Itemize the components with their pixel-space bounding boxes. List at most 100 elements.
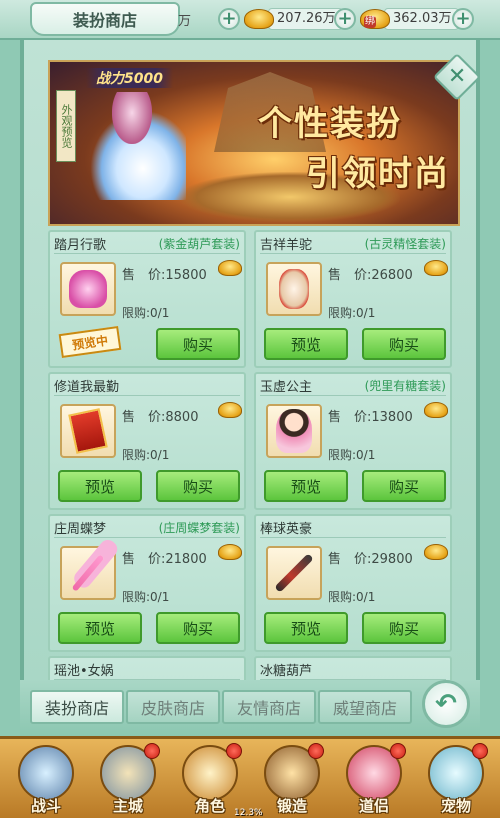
nav-label: 锻造 <box>276 797 307 815</box>
add-gold-button[interactable]: + <box>218 8 240 30</box>
nav-pet[interactable]: 宠物 <box>420 743 492 818</box>
price-label: 售 <box>122 268 136 283</box>
buy-button[interactable]: 购买 <box>156 328 240 360</box>
pink-outfit-icon[interactable] <box>60 262 116 316</box>
bound-gold-currency: + 362.03万 <box>334 6 459 32</box>
add-currency-button[interactable]: + <box>452 8 474 30</box>
preview-button[interactable]: 预览 <box>264 612 348 644</box>
nav-label: 宠物 <box>440 797 471 815</box>
back-arrow-icon: ↶ <box>435 689 457 719</box>
item-set[interactable]: (紫金葫芦套装) <box>159 235 240 252</box>
buy-button[interactable]: 购买 <box>362 612 446 644</box>
item-name: 棒球英豪 <box>260 522 313 537</box>
notification-dot <box>308 743 324 759</box>
close-icon: ✕ <box>447 64 467 89</box>
purchase-limit: 限购:0/1 <box>328 590 376 604</box>
rider-character <box>112 92 152 144</box>
back-button[interactable]: ↶ <box>422 680 470 728</box>
item-set[interactable]: (兜里有糖套装) <box>365 377 446 394</box>
notification-dot <box>472 743 488 759</box>
price-label: 售 <box>328 552 342 567</box>
nav-character[interactable]: 角色 <box>174 743 246 818</box>
tab-prestige-shop[interactable]: 威望商店 <box>318 690 412 724</box>
bound-gold-amount: 362.03万 <box>384 8 459 30</box>
item-name: 踏月行歌 <box>54 238 107 253</box>
item-price: 价:29800 <box>354 552 413 567</box>
alpaca-icon[interactable] <box>266 262 322 316</box>
gold-ingot-icon <box>218 544 242 560</box>
preview-stamp: 外观预览 <box>56 90 76 162</box>
item-name: 玉虚公主 <box>260 380 313 395</box>
nav-label: 主城 <box>112 797 143 815</box>
buy-button[interactable]: 购买 <box>156 612 240 644</box>
item-price: 价:13800 <box>354 410 413 425</box>
gold-ingot-icon <box>218 260 242 276</box>
nav-battle[interactable]: 战斗 <box>10 743 82 818</box>
item-card: 玉虚公主 (兜里有糖套装) 售 价:13800 限购:0/1 预览 购买 <box>254 372 452 510</box>
item-set[interactable]: (庄周蝶梦套装) <box>159 519 240 536</box>
preview-button[interactable]: 预览 <box>264 470 348 502</box>
notification-dot <box>144 743 160 759</box>
butterfly-wand-icon[interactable] <box>60 546 116 600</box>
preview-button[interactable]: 预览 <box>58 470 142 502</box>
gold-currency: + 207.26万 <box>218 6 343 32</box>
item-price: 价:21800 <box>148 552 207 567</box>
gold-ingot-icon <box>424 260 448 276</box>
add-bound-gold-button[interactable]: + <box>334 8 356 30</box>
item-card: 冰糖葫芦 <box>254 656 452 680</box>
purchase-limit: 限购:0/1 <box>328 306 376 320</box>
item-name: 吉祥羊驼 <box>260 238 313 253</box>
item-card: 庄周蝶梦 (庄周蝶梦套装) 售 价:21800 限购:0/1 预览 购买 <box>48 514 246 652</box>
gold-ingot-icon <box>424 544 448 560</box>
tab-skin-shop[interactable]: 皮肤商店 <box>126 690 220 724</box>
nav-forge[interactable]: 锻造 <box>256 743 328 818</box>
item-set[interactable]: (古灵精怪套装) <box>365 235 446 252</box>
red-talisman-icon[interactable] <box>60 404 116 458</box>
purchase-limit: 限购:0/1 <box>122 590 170 604</box>
purchase-limit: 限购:0/1 <box>122 448 170 462</box>
promo-banner: 战力5000 外观预览 个性装扮 引领时尚 <box>48 60 460 226</box>
item-card: 踏月行歌 (紫金葫芦套装) 售 价:15800 限购:0/1 预览中 购买 <box>48 230 246 368</box>
bound-gold-ingot-icon <box>360 9 390 29</box>
price-label: 售 <box>328 410 342 425</box>
bottom-nav: 战斗 主城 角色 锻造 道侣 宠物 <box>0 736 500 818</box>
buy-button[interactable]: 购买 <box>362 470 446 502</box>
item-name: 修道我最勤 <box>54 380 120 395</box>
item-card: 棒球英豪 售 价:29800 限购:0/1 预览 购买 <box>254 514 452 652</box>
item-name: 冰糖葫芦 <box>260 664 313 679</box>
tab-friendship-shop[interactable]: 友情商店 <box>222 690 316 724</box>
price-label: 售 <box>122 552 136 567</box>
nav-main-city[interactable]: 主城 <box>92 743 164 818</box>
item-card: 吉祥羊驼 (古灵精怪套装) 售 价:26800 限购:0/1 预览 购买 <box>254 230 452 368</box>
nav-companion[interactable]: 道侣 <box>338 743 410 818</box>
gold-ingot-icon <box>244 9 274 29</box>
purchase-limit: 限购:0/1 <box>328 448 376 462</box>
purchase-limit: 限购:0/1 <box>122 306 170 320</box>
notification-dot <box>226 743 242 759</box>
baseball-bat-icon[interactable] <box>266 546 322 600</box>
price-label: 售 <box>122 410 136 425</box>
truncated-currency-text: 万 <box>178 14 192 29</box>
item-price: 价:26800 <box>354 268 413 283</box>
preview-button[interactable]: 预览 <box>264 328 348 360</box>
gold-ingot-icon <box>218 402 242 418</box>
slogan-line-1: 个性装扮 <box>258 104 402 144</box>
battle-icon <box>18 745 74 801</box>
item-card: 瑶池•女娲 <box>48 656 246 680</box>
item-grid[interactable]: 踏月行歌 (紫金葫芦套装) 售 价:15800 限购:0/1 预览中 购买 吉祥… <box>48 230 460 680</box>
buy-button[interactable]: 购买 <box>156 470 240 502</box>
tab-costume-shop[interactable]: 装扮商店 <box>30 690 124 724</box>
item-name: 瑶池•女娲 <box>54 664 114 679</box>
slogan-line-2: 引领时尚 <box>306 154 450 194</box>
princess-icon[interactable] <box>266 404 322 458</box>
item-card: 修道我最勤 售 价:8800 限购:0/1 预览 购买 <box>48 372 246 510</box>
buy-button[interactable]: 购买 <box>362 328 446 360</box>
gold-amount: 207.26万 <box>268 8 343 30</box>
price-label: 售 <box>328 268 342 283</box>
nav-label: 战斗 <box>30 797 61 815</box>
shop-title-tab: 装扮商店 <box>30 2 180 36</box>
nav-label: 道侣 <box>358 797 389 815</box>
shop-panel: 战力5000 外观预览 个性装扮 引领时尚 踏月行歌 (紫金葫芦套装) 售 价:… <box>20 40 480 680</box>
notification-dot <box>390 743 406 759</box>
preview-button[interactable]: 预览 <box>58 612 142 644</box>
